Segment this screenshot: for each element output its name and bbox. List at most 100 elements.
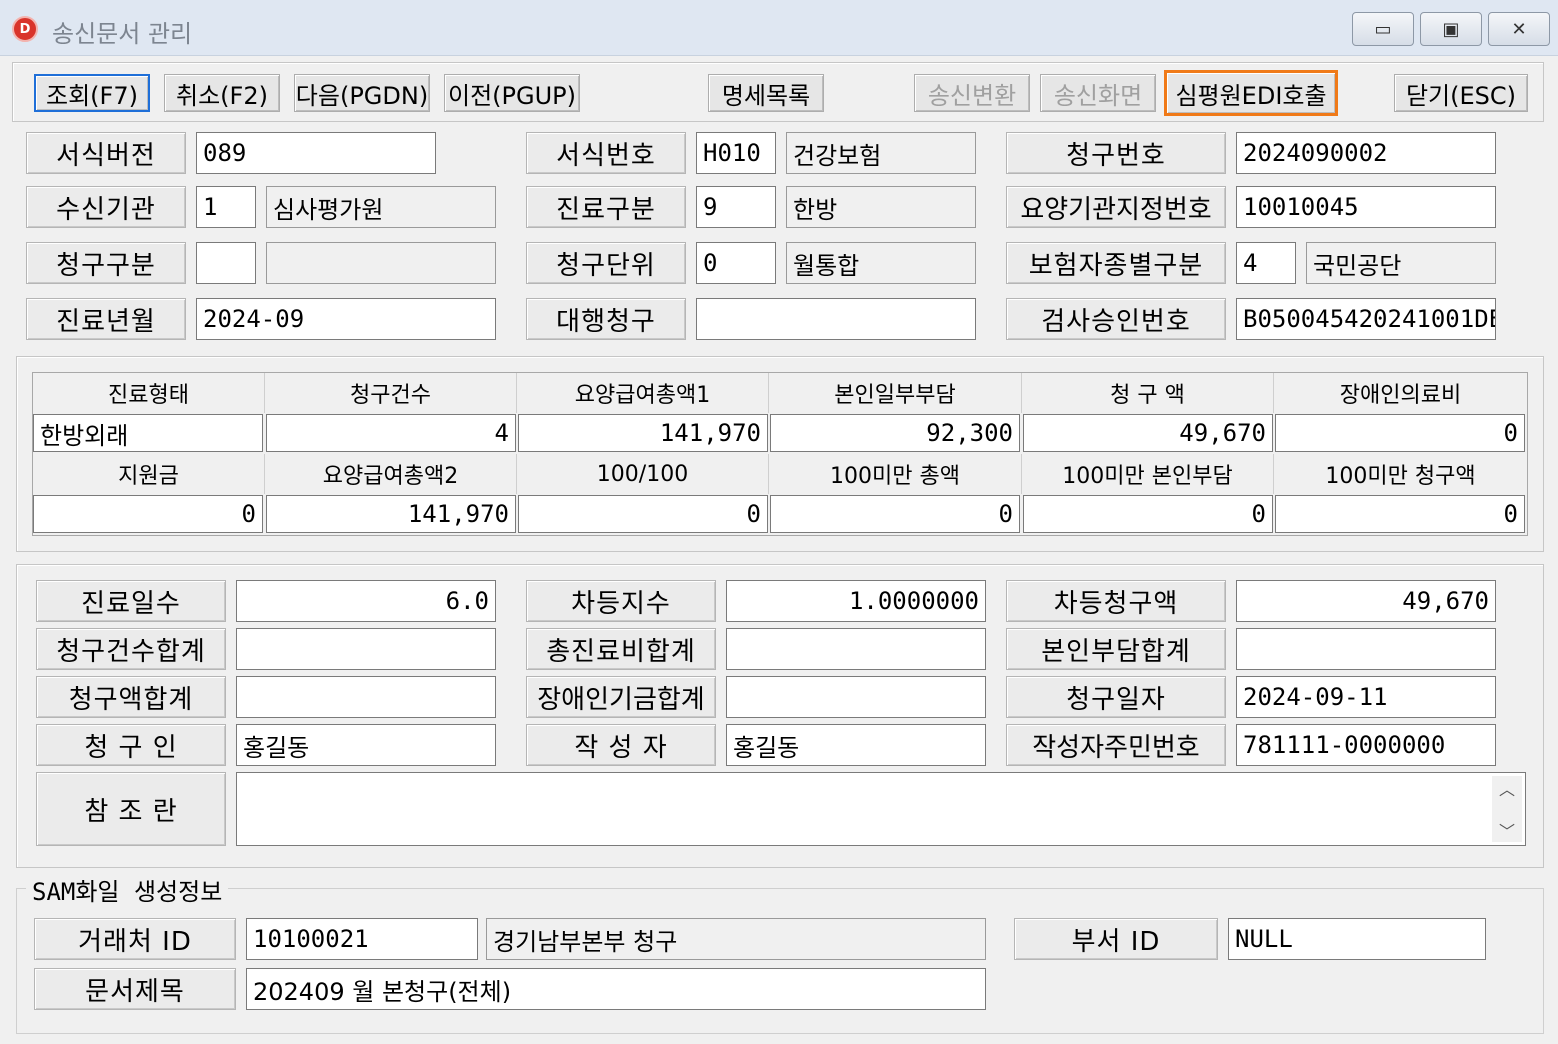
send-convert-button[interactable]: 송신변환 — [914, 74, 1030, 112]
grid-cell[interactable]: 0 — [1023, 495, 1273, 533]
hira-edi-call-button[interactable]: 심평원EDI호출 — [1164, 70, 1338, 116]
institution-id-field[interactable]: 10010045 — [1236, 186, 1496, 228]
grid-cell[interactable]: 141,970 — [518, 414, 768, 452]
claim-date-label: 청구일자 — [1006, 676, 1226, 718]
claimant-field[interactable]: 홍길동 — [236, 724, 496, 766]
grid-cell[interactable]: 4 — [266, 414, 516, 452]
inspection-no-label: 검사승인번호 — [1006, 298, 1226, 340]
claim-type-label: 청구구분 — [26, 242, 186, 284]
disabled-fund-field[interactable] — [726, 676, 986, 718]
claim-unit-field[interactable]: 0 — [696, 242, 776, 284]
claimant-label: 청 구 인 — [36, 724, 226, 766]
inquiry-button[interactable]: 조회(F7) — [34, 74, 150, 112]
claim-type-field[interactable] — [196, 242, 256, 284]
title-bar[interactable] — [0, 0, 1558, 56]
grid-cell[interactable]: 0 — [770, 495, 1020, 533]
grid-header: 100미만 총액 — [769, 454, 1022, 494]
writer-ssn-field[interactable]: 781111-0000000 — [1236, 724, 1496, 766]
grid-cell[interactable]: 92,300 — [770, 414, 1020, 452]
doc-title-field[interactable]: 202409 월 본청구(전체) — [246, 968, 986, 1010]
partner-name: 경기남부본부 청구 — [486, 918, 986, 960]
agency-claim-label: 대행청구 — [526, 298, 686, 340]
remarks-textarea[interactable] — [236, 772, 1526, 846]
grid-header: 본인일부부담 — [769, 373, 1022, 413]
grid-cell[interactable]: 0 — [33, 495, 263, 533]
scroll-down-icon[interactable]: ﹀ — [1499, 818, 1515, 842]
maximize-button[interactable]: ▣ — [1420, 12, 1482, 46]
agency-claim-field[interactable] — [696, 298, 976, 340]
window-title: 송신문서 관리 — [52, 20, 193, 48]
form-version-label: 서식버전 — [26, 132, 186, 174]
sam-groupbox — [16, 888, 1544, 1034]
total-cost-label: 총진료비합계 — [526, 628, 716, 670]
total-cost-field[interactable] — [726, 628, 986, 670]
claim-count-total-label: 청구건수합계 — [36, 628, 226, 670]
writer-label: 작 성 자 — [526, 724, 716, 766]
claim-number-label: 청구번호 — [1006, 132, 1226, 174]
treatment-days-field[interactable]: 6.0 — [236, 580, 496, 622]
scroll-up-icon[interactable]: ︿ — [1499, 776, 1515, 800]
partner-id-label: 거래처 ID — [34, 918, 236, 960]
insurer-type-name: 국민공단 — [1306, 242, 1496, 284]
grid-cell[interactable]: 0 — [1275, 495, 1525, 533]
treatment-type-field[interactable]: 9 — [696, 186, 776, 228]
claim-amount-total-field[interactable] — [236, 676, 496, 718]
grid-header: 청 구 액 — [1022, 373, 1274, 413]
diff-claim-label: 차등청구액 — [1006, 580, 1226, 622]
insurer-type-label: 보험자종별구분 — [1006, 242, 1226, 284]
grid-header: 지원금 — [33, 454, 265, 494]
grid-header: 청구건수 — [265, 373, 517, 413]
grid-header: 장애인의료비 — [1274, 373, 1527, 413]
claim-amount-total-label: 청구액합계 — [36, 676, 226, 718]
grid-cell[interactable]: 0 — [1275, 414, 1525, 452]
receiver-name: 심사평가원 — [266, 186, 496, 228]
claim-date-field[interactable]: 2024-09-11 — [1236, 676, 1496, 718]
minimize-icon: ▭ — [1374, 18, 1392, 40]
receiver-label: 수신기관 — [26, 186, 186, 228]
receiver-code-field[interactable]: 1 — [196, 186, 256, 228]
self-pay-total-field[interactable] — [1236, 628, 1496, 670]
dept-id-field[interactable]: NULL — [1228, 918, 1486, 960]
grid-cell[interactable]: 0 — [518, 495, 768, 533]
maximize-icon: ▣ — [1442, 18, 1460, 40]
detail-list-button[interactable]: 명세목록 — [708, 74, 824, 112]
close-icon: ✕ — [1511, 18, 1527, 40]
writer-field[interactable]: 홍길동 — [726, 724, 986, 766]
grid-header: 진료형태 — [33, 373, 265, 413]
grid-cell[interactable]: 한방외래 — [33, 414, 263, 452]
close-button[interactable]: 닫기(ESC) — [1394, 74, 1528, 112]
treatment-type-name: 한방 — [786, 186, 976, 228]
self-pay-total-label: 본인부담합계 — [1006, 628, 1226, 670]
remarks-scrollbar[interactable]: ︿ ﹀ — [1492, 776, 1522, 842]
diff-claim-field[interactable]: 49,670 — [1236, 580, 1496, 622]
claim-number-field[interactable]: 2024090002 — [1236, 132, 1496, 174]
treatment-type-label: 진료구분 — [526, 186, 686, 228]
grid-cell[interactable]: 141,970 — [266, 495, 516, 533]
grid-cell[interactable]: 49,670 — [1023, 414, 1273, 452]
claim-type-name — [266, 242, 496, 284]
prev-button[interactable]: 이전(PGUP) — [444, 74, 580, 112]
cancel-button[interactable]: 취소(F2) — [164, 74, 280, 112]
close-window-button[interactable]: ✕ — [1488, 12, 1550, 46]
dept-id-label: 부서 ID — [1014, 918, 1218, 960]
form-version-field[interactable]: 089 — [196, 132, 436, 174]
send-screen-button[interactable]: 송신화면 — [1040, 74, 1156, 112]
diff-index-label: 차등지수 — [526, 580, 716, 622]
form-number-name: 건강보험 — [786, 132, 976, 174]
sam-legend: SAM화일 생성정보 — [26, 872, 229, 907]
grid-header: 100미만 본인부담 — [1022, 454, 1274, 494]
diff-index-field[interactable]: 1.0000000 — [726, 580, 986, 622]
treatment-month-field[interactable]: 2024-09 — [196, 298, 496, 340]
grid-header: 100/100 — [517, 454, 769, 494]
app-icon: D — [12, 16, 38, 42]
institution-id-label: 요양기관지정번호 — [1006, 186, 1226, 228]
partner-id-field[interactable]: 10100021 — [246, 918, 478, 960]
insurer-type-field[interactable]: 4 — [1236, 242, 1296, 284]
inspection-no-field[interactable]: B050045420241001DE — [1236, 298, 1496, 340]
next-button[interactable]: 다음(PGDN) — [294, 74, 430, 112]
form-number-label: 서식번호 — [526, 132, 686, 174]
minimize-button[interactable]: ▭ — [1352, 12, 1414, 46]
grid-header: 요양급여총액1 — [517, 373, 769, 413]
claim-count-total-field[interactable] — [236, 628, 496, 670]
form-number-field[interactable]: H010 — [696, 132, 776, 174]
